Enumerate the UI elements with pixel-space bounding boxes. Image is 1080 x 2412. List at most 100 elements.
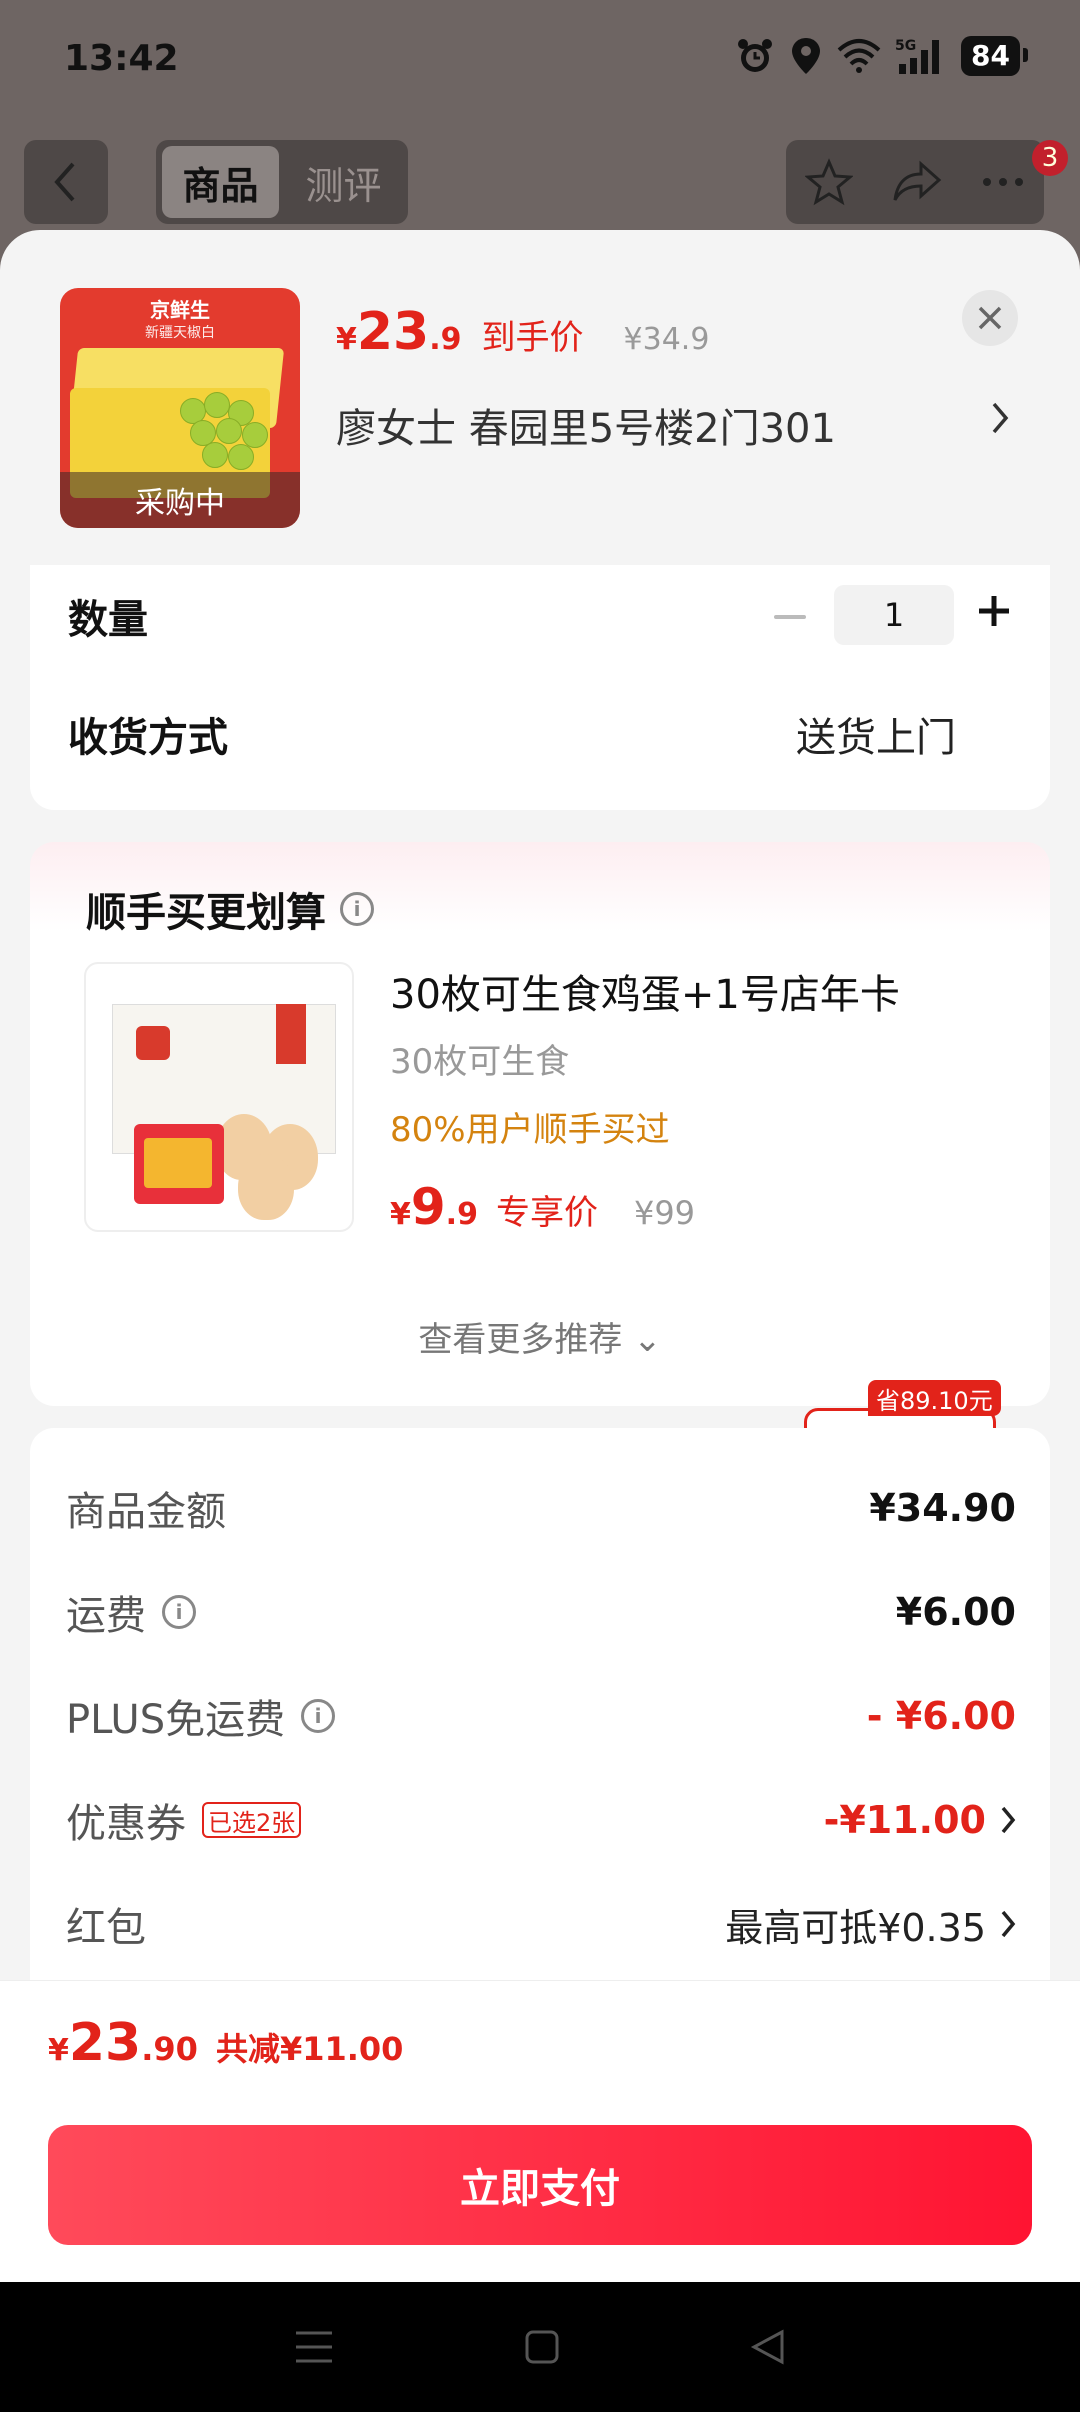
- quantity-label: 数量: [68, 597, 148, 643]
- location-icon: [792, 38, 821, 74]
- signal-5g-icon: 5G: [895, 38, 940, 74]
- status-bar: 13:42 5G 84: [0, 0, 1080, 120]
- price-label: 到手价: [481, 318, 584, 358]
- shipping-label: 运费 i: [66, 1583, 196, 1641]
- more-icon[interactable]: [981, 176, 1025, 188]
- product-price: ¥ 23 .9 到手价 ¥34.9: [336, 302, 709, 362]
- close-icon: [978, 306, 1002, 330]
- bundle-price-integer: 9: [410, 1178, 446, 1236]
- price-decimal: .9: [429, 322, 462, 357]
- save-amount-tag: 省89.10元: [868, 1380, 1001, 1416]
- favorite-star-icon[interactable]: [805, 158, 853, 206]
- bundle-price: ¥ 9 .9 专享价 ¥99: [390, 1178, 695, 1236]
- product-tabs: 商品 测评: [156, 140, 408, 224]
- red-packet-label: 红包: [66, 1905, 146, 1951]
- alarm-icon: [738, 39, 773, 72]
- bundle-card: 顺手买更划算 i 30枚可生食鸡蛋+1号店年卡 30枚可生食 80%用户顺手买过…: [30, 842, 1050, 1406]
- bundle-title-text: 顺手买更划算: [86, 890, 326, 936]
- bundle-title: 顺手买更划算 i: [86, 880, 374, 938]
- grape: [228, 444, 254, 470]
- red-packet-value: 最高可抵¥0.35: [725, 1897, 1016, 1952]
- coupon-label-text: 优惠券: [66, 1801, 186, 1847]
- purchase-sheet: 京鲜生 新疆天椒白 采购中 ¥ 23 .9 到手价 ¥34.9 廖女士 春园里5…: [0, 230, 1080, 2282]
- red-packet-value-text: 最高可抵¥0.35: [725, 1905, 986, 1950]
- quantity-decrease-button[interactable]: [774, 615, 806, 619]
- chevron-down-icon: ⌄: [633, 1320, 662, 1360]
- wifi-icon: [837, 39, 881, 73]
- delivery-method-label: 收货方式: [68, 715, 228, 761]
- coupon-label: 优惠券 已选2张: [66, 1791, 302, 1849]
- coupon-selected-tag: 已选2张: [202, 1802, 302, 1838]
- chevron-left-icon: [54, 162, 75, 202]
- home-icon[interactable]: [524, 2329, 560, 2365]
- menu-icon[interactable]: [294, 2329, 334, 2365]
- grape: [202, 442, 228, 468]
- status-icons: 5G 84: [735, 36, 1028, 76]
- total-reduction: 共减¥11.00: [215, 2030, 404, 2068]
- delivery-method-value[interactable]: 送货上门: [796, 705, 956, 763]
- see-more-recommendations[interactable]: 查看更多推荐 ⌄: [30, 1312, 1050, 1361]
- coupon-value-text: -¥11.00: [823, 1798, 986, 1842]
- delivery-address[interactable]: 廖女士 春园里5号楼2门301: [336, 396, 836, 454]
- goods-amount-row: 商品金额 ¥34.90: [66, 1478, 1016, 1538]
- red-packet-row[interactable]: 红包 最高可抵¥0.35: [66, 1894, 1016, 1954]
- package-logo: [136, 1026, 170, 1060]
- shipping-row: 运费 i ¥6.00: [66, 1582, 1016, 1642]
- status-time: 13:42: [64, 38, 179, 79]
- coupon-row[interactable]: 优惠券 已选2张 -¥11.00: [66, 1790, 1016, 1850]
- plus-free-shipping-row: PLUS免运费 i - ¥6.00: [66, 1686, 1016, 1746]
- back-button[interactable]: [24, 140, 108, 224]
- info-icon[interactable]: i: [340, 892, 374, 926]
- purchase-status: 采购中: [60, 472, 300, 528]
- battery-indicator: 84: [961, 36, 1028, 76]
- total-price: ¥ 23 .90 共减¥11.00: [48, 2013, 403, 2073]
- bundle-original-price: ¥99: [633, 1194, 696, 1232]
- total-symbol: ¥: [48, 2033, 69, 2068]
- package-label: [276, 1004, 306, 1064]
- plus-free-shipping-label: PLUS免运费 i: [66, 1687, 336, 1745]
- see-more-label: 查看更多推荐: [418, 1320, 623, 1360]
- egg: [238, 1154, 294, 1220]
- grape: [216, 418, 242, 444]
- quantity-increase-button[interactable]: [976, 593, 1012, 629]
- shipping-info-icon[interactable]: i: [162, 1595, 196, 1629]
- chevron-right-icon[interactable]: [990, 400, 1010, 436]
- quantity-value[interactable]: 1: [834, 585, 954, 645]
- total-integer: 23: [68, 2013, 142, 2073]
- tab-review[interactable]: 测评: [285, 146, 402, 218]
- pay-now-button[interactable]: 立即支付: [48, 2125, 1032, 2245]
- bundle-product-image[interactable]: [84, 962, 354, 1232]
- system-navigation-bar: [0, 2282, 1080, 2412]
- product-image: 京鲜生 新疆天椒白 采购中: [60, 288, 300, 528]
- plus-free-shipping-text: PLUS免运费: [66, 1697, 286, 1743]
- plus-info-icon[interactable]: i: [301, 1699, 336, 1733]
- product-image-brand: 京鲜生: [150, 298, 210, 322]
- price-symbol: ¥: [336, 322, 357, 357]
- top-actions: [786, 140, 1044, 224]
- goods-amount-value: ¥34.90: [869, 1486, 1016, 1530]
- message-badge: 3: [1032, 140, 1068, 176]
- bundle-price-decimal: .9: [445, 1197, 478, 1232]
- close-button[interactable]: [962, 290, 1018, 346]
- bundle-price-symbol: ¥: [390, 1197, 411, 1232]
- total-decimal: .90: [141, 2030, 198, 2068]
- quantity-card: 数量 1 收货方式 送货上门: [30, 565, 1050, 810]
- product-header: 京鲜生 新疆天椒白 采购中 ¥ 23 .9 到手价 ¥34.9 廖女士 春园里5…: [0, 230, 1080, 565]
- grape: [204, 392, 230, 418]
- product-image-brand-sub: 新疆天椒白: [145, 325, 215, 341]
- bundle-product-subtitle: 30枚可生食: [390, 1042, 570, 1082]
- bundle-product-name[interactable]: 30枚可生食鸡蛋+1号店年卡: [390, 962, 900, 1020]
- bundle-popularity-hint: 80%用户顺手买过: [390, 1110, 670, 1150]
- back-icon[interactable]: [750, 2329, 786, 2365]
- plus-free-shipping-value: - ¥6.00: [866, 1694, 1016, 1738]
- share-icon[interactable]: [891, 160, 943, 204]
- tab-product[interactable]: 商品: [162, 146, 279, 218]
- checkout-bar: ¥ 23 .90 共减¥11.00 立即支付: [0, 1980, 1080, 2282]
- goods-amount-label: 商品金额: [66, 1489, 226, 1535]
- chevron-right-icon: [1001, 1910, 1016, 1938]
- price-integer: 23: [356, 302, 430, 362]
- chevron-right-icon: [1001, 1806, 1016, 1834]
- coupon-value: -¥11.00: [824, 1798, 1016, 1842]
- shipping-value: ¥6.00: [895, 1590, 1016, 1634]
- shipping-label-text: 运费: [66, 1593, 146, 1639]
